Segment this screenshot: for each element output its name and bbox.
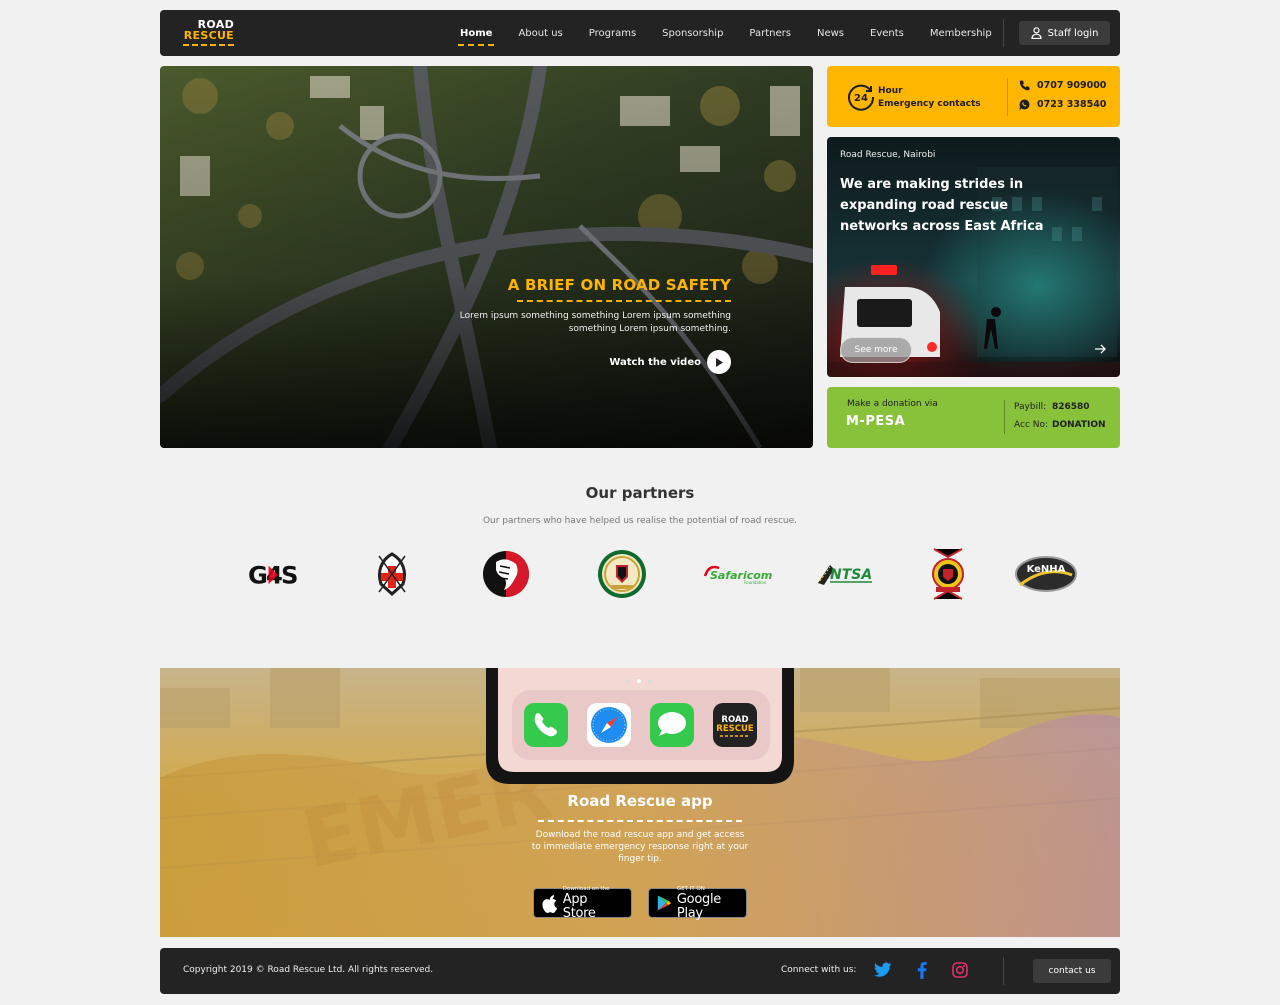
google-play-button[interactable]: GET IT ON Google Play	[648, 886, 747, 921]
app-store-text: Download on the App Store	[563, 886, 623, 921]
emergency-divider	[1007, 78, 1008, 116]
emergency-phone-1-number: 0707 909000	[1037, 80, 1107, 91]
svg-text:RESCUE: RESCUE	[716, 724, 754, 734]
facebook-icon[interactable]	[917, 962, 927, 979]
account-row: Acc No: DONATION	[1014, 420, 1106, 430]
app-store-button[interactable]: Download on the App Store	[533, 886, 632, 921]
nav-about[interactable]: About us	[518, 28, 562, 39]
watch-video-link[interactable]: Watch the video	[431, 350, 731, 374]
news-location: Road Rescue, Nairobi	[840, 150, 936, 160]
partners-title: Our partners	[585, 484, 695, 502]
account-value: DONATION	[1052, 420, 1106, 430]
nav-home[interactable]: Home	[457, 28, 495, 46]
svg-text:NTSA: NTSA	[830, 567, 872, 583]
emergency-label-line2: Emergency contacts	[878, 99, 981, 109]
nav-partners[interactable]: Partners	[749, 28, 791, 39]
mpesa-logo: M-PESA	[846, 414, 906, 429]
partners-subtitle: Our partners who have helped us realise …	[482, 516, 798, 526]
top-navbar: ROAD RESCUE Home About us Programs Spons…	[160, 10, 1120, 56]
hero-title: A BRIEF ON ROAD SAFETY	[507, 276, 731, 294]
google-play-text: GET IT ON Google Play	[677, 886, 738, 921]
clock-24-text: 24	[854, 93, 868, 104]
connect-label: Connect with us:	[781, 965, 857, 975]
instagram-icon[interactable]	[952, 962, 968, 978]
nav-events[interactable]: Events	[870, 28, 904, 39]
nav-news[interactable]: News	[817, 28, 844, 39]
logo-dash	[183, 44, 234, 46]
app-store-large: App Store	[562, 891, 596, 921]
app-description: Download the road rescue app and get acc…	[531, 830, 749, 864]
staff-login-label: Staff login	[1047, 27, 1099, 39]
copyright-text: Copyright 2019 © Road Rescue Ltd. All ri…	[183, 965, 434, 975]
account-label: Acc No:	[1014, 420, 1049, 430]
hero-dash-divider	[517, 300, 731, 302]
hero-body: Lorem ipsum something something Lorem ip…	[459, 311, 731, 334]
watch-video-label: Watch the video	[609, 356, 701, 368]
messages-app-icon	[650, 703, 694, 747]
donation-card: Make a donation via M-PESA Paybill: 8265…	[827, 387, 1120, 448]
apple-icon	[542, 894, 558, 913]
emergency-label: Hour Emergency contacts	[878, 85, 981, 111]
emergency-contacts-card: 24 Hour Emergency contacts 0707 909000 0…	[827, 66, 1120, 127]
app-dash-divider	[538, 820, 742, 822]
partner-logo-g4s[interactable]: G4S	[248, 548, 304, 600]
partner-logo-safaricom[interactable]: Safaricom Foundation	[702, 548, 774, 600]
phone-app-icon	[524, 703, 568, 747]
whatsapp-icon	[1019, 99, 1030, 110]
partner-logo-police[interactable]	[920, 548, 976, 600]
brand-line2: RESCUE	[183, 29, 234, 42]
partner-logo-kenha[interactable]: KeNHA	[1014, 548, 1078, 600]
phone-mockup: ROAD RESCUE	[486, 668, 794, 784]
nav-divider	[1003, 19, 1004, 47]
partner-logo-ntsa[interactable]: NTSA	[816, 548, 876, 600]
footer: Copyright 2019 © Road Rescue Ltd. All ri…	[160, 948, 1120, 994]
nav-membership[interactable]: Membership	[930, 28, 992, 39]
donation-label: Make a donation via	[847, 399, 938, 409]
contact-us-button[interactable]: contact us	[1033, 959, 1111, 983]
partner-logo-redcross[interactable]	[364, 548, 420, 600]
emergency-phone-2-number: 0723 338540	[1037, 99, 1107, 110]
paybill-label: Paybill:	[1014, 402, 1047, 412]
donation-divider	[1004, 400, 1005, 434]
svg-text:KeNHA: KeNHA	[1027, 564, 1066, 575]
svg-text:Foundation: Foundation	[744, 580, 767, 585]
nav-sponsorship[interactable]: Sponsorship	[662, 28, 723, 39]
google-play-icon	[657, 895, 672, 911]
news-headline: We are making strides in expanding road …	[840, 177, 1044, 234]
hero-content: A BRIEF ON ROAD SAFETY Lorem ipsum somet…	[431, 276, 731, 374]
clock-24-icon: 24	[848, 84, 875, 111]
emergency-phone-2[interactable]: 0723 338540	[1019, 99, 1106, 110]
play-icon[interactable]	[707, 350, 731, 374]
nav-programs[interactable]: Programs	[589, 28, 636, 39]
roadrescue-app-icon: ROAD RESCUE	[713, 703, 757, 747]
twitter-icon[interactable]	[874, 962, 892, 978]
user-icon	[1030, 27, 1042, 39]
paybill-row: Paybill: 826580	[1014, 402, 1090, 412]
emergency-label-line1: Hour	[878, 86, 903, 96]
phone-icon	[1019, 80, 1030, 91]
emergency-phone-1[interactable]: 0707 909000	[1019, 80, 1106, 91]
partner-logo-govkenya[interactable]	[594, 548, 650, 600]
paybill-value: 826580	[1052, 402, 1090, 412]
footer-divider	[1003, 957, 1004, 985]
partner-logo-lion[interactable]	[478, 548, 534, 600]
staff-login-button[interactable]: Staff login	[1019, 21, 1110, 45]
safari-app-icon	[587, 703, 631, 747]
google-play-large: Google Play	[676, 891, 721, 921]
arrow-right-icon[interactable]	[1094, 343, 1106, 355]
news-card[interactable]: Road Rescue, Nairobi We are making strid…	[827, 137, 1120, 377]
aerial-highway-image	[160, 66, 813, 448]
nav-links: Home About us Programs Sponsorship Partn…	[457, 10, 1018, 56]
brand-logo[interactable]: ROAD RESCUE	[180, 19, 240, 47]
app-promo-section: EMER ROAD RESCUE Road Rescue app Downloa…	[160, 668, 1120, 937]
app-title: Road Rescue app	[567, 792, 713, 810]
hero-banner: A BRIEF ON ROAD SAFETY Lorem ipsum somet…	[160, 66, 813, 448]
see-more-button[interactable]: See more	[840, 337, 912, 363]
